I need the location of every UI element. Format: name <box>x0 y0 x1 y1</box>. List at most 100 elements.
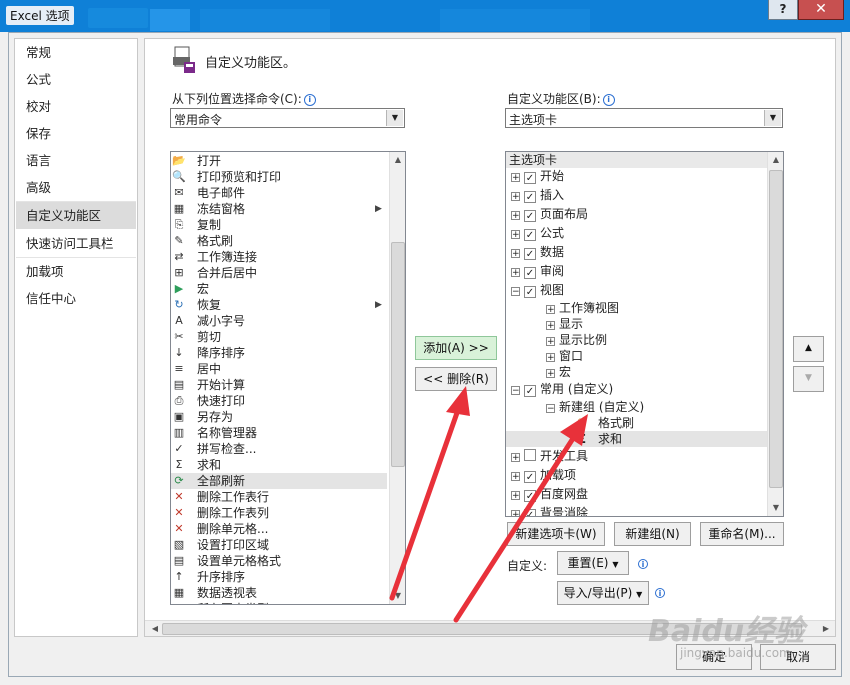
scrollbar-thumb[interactable] <box>769 170 783 488</box>
tree-node[interactable]: + ✓ 审阅 <box>511 262 564 281</box>
command-item[interactable]: ✕ 删除工作表列 <box>171 505 387 521</box>
expand-icon[interactable]: + <box>511 211 520 221</box>
command-item[interactable]: ▤ 开始计算 <box>171 377 387 393</box>
tab-checkbox[interactable]: ✓ <box>524 172 536 184</box>
expand-icon[interactable]: + <box>546 305 555 315</box>
command-item[interactable]: ⎘ 复制 <box>171 217 387 233</box>
command-item[interactable]: ✂ 剪切 <box>171 329 387 345</box>
remove-button[interactable]: << 删除(R) <box>415 367 497 391</box>
help-button[interactable]: ? <box>768 0 798 20</box>
tree-node[interactable]: + 显示比例 <box>546 332 607 348</box>
command-item[interactable]: 📂 打开 <box>171 153 387 169</box>
scrollbar-thumb[interactable] <box>391 242 405 467</box>
tree-node[interactable]: + ✓ 页面布局 <box>511 205 588 224</box>
tree-node[interactable]: + ✓ 开始 <box>511 167 564 186</box>
collapse-icon[interactable]: − <box>511 287 520 297</box>
collapse-icon[interactable]: − <box>546 404 555 414</box>
tree-node[interactable]: + 开发工具 <box>511 447 588 466</box>
command-item[interactable]: ⟳ 全部刷新 <box>171 473 387 489</box>
command-item[interactable]: ▮ 所有图表类型 <box>171 601 387 604</box>
commands-list-scrollbar[interactable]: ▲ ▼ <box>389 152 405 604</box>
scroll-up-icon[interactable]: ▲ <box>768 152 783 168</box>
expand-icon[interactable]: + <box>511 510 520 516</box>
nav-item[interactable]: 常规 <box>16 39 136 66</box>
nav-item[interactable]: 信任中心 <box>16 285 136 312</box>
command-item[interactable]: ▣ 另存为 <box>171 409 387 425</box>
tab-checkbox[interactable]: ✓ <box>524 509 536 516</box>
tree-node[interactable]: − ✓ 常用 (自定义) <box>511 380 613 399</box>
tree-node[interactable]: + ✓ 数据 <box>511 243 564 262</box>
expand-icon[interactable]: + <box>511 230 520 240</box>
expand-icon[interactable]: + <box>511 453 520 463</box>
command-item[interactable]: ↓ 降序排序 <box>171 345 387 361</box>
command-item[interactable]: ▦ 数据透视表 <box>171 585 387 601</box>
nav-item[interactable]: 自定义功能区 <box>16 202 136 229</box>
chevron-down-icon[interactable]: ▼ <box>764 110 781 126</box>
tree-node[interactable]: + 显示 <box>546 316 583 332</box>
expand-icon[interactable]: + <box>546 321 555 331</box>
expand-icon[interactable]: + <box>511 268 520 278</box>
tab-checkbox[interactable] <box>524 449 536 461</box>
collapse-icon[interactable]: − <box>511 386 520 396</box>
command-item[interactable]: ▧ 设置打印区域 <box>171 537 387 553</box>
expand-icon[interactable]: + <box>511 192 520 202</box>
move-down-button[interactable]: ▼ <box>793 366 824 392</box>
scroll-left-icon[interactable]: ◀ <box>148 621 162 637</box>
nav-item[interactable]: 高级 <box>16 174 136 201</box>
command-item[interactable]: A 减小字号 <box>171 313 387 329</box>
command-item[interactable]: ✓ 拼写检查... <box>171 441 387 457</box>
command-item[interactable]: ↻ 恢复 ▶ <box>171 297 387 313</box>
tree-node[interactable]: + ✓ 背景消除 <box>511 504 588 516</box>
ribbon-tree-scrollbar[interactable]: ▲ ▼ <box>767 152 783 516</box>
ribbon-tabs-dropdown[interactable]: 主选项卡 ▼ <box>505 108 783 128</box>
tab-checkbox[interactable]: ✓ <box>524 267 536 279</box>
command-item[interactable]: ✎ 格式刷 <box>171 233 387 249</box>
command-item[interactable]: ▦ 冻结窗格 ▶ <box>171 201 387 217</box>
tree-node[interactable]: + ✓ 百度网盘 <box>511 485 588 504</box>
info-icon[interactable]: i <box>602 94 615 106</box>
command-item[interactable]: ≡ 居中 <box>171 361 387 377</box>
nav-item[interactable]: 校对 <box>16 93 136 120</box>
chevron-down-icon[interactable]: ▼ <box>386 110 403 126</box>
nav-item[interactable]: 快速访问工具栏 <box>16 230 136 257</box>
command-item[interactable]: ↑ 升序排序 <box>171 569 387 585</box>
choose-commands-dropdown[interactable]: 常用命令 ▼ <box>170 108 405 128</box>
tab-checkbox[interactable]: ✓ <box>524 385 536 397</box>
close-button[interactable]: ✕ <box>798 0 844 20</box>
expand-icon[interactable]: + <box>546 337 555 347</box>
expand-icon[interactable]: + <box>546 369 555 379</box>
tree-node[interactable]: − 新建组 (自定义) <box>546 399 644 415</box>
expand-icon[interactable]: + <box>511 472 520 482</box>
command-item[interactable]: ⎙ 快速打印 <box>171 393 387 409</box>
tree-node[interactable]: ✎ 格式刷 <box>574 415 634 431</box>
expand-icon[interactable]: + <box>511 249 520 259</box>
add-button[interactable]: 添加(A) >> <box>415 336 497 360</box>
new-group-button[interactable]: 新建组(N) <box>614 522 691 546</box>
commands-list[interactable]: 📂 打开 🔍 打印预览和打印 ✉ 电子邮件 ▦ 冻结窗格 ▶ ⎘ 复制 ✎ 格式刷 ⇄ 工作簿连接 ⊞ 合并后居… <box>170 151 406 605</box>
tab-checkbox[interactable]: ✓ <box>524 490 536 502</box>
tab-checkbox[interactable]: ✓ <box>524 286 536 298</box>
scroll-right-icon[interactable]: ▶ <box>819 621 833 637</box>
tree-node[interactable]: + 宏 <box>546 364 571 380</box>
tree-node[interactable]: + 窗口 <box>546 348 583 364</box>
tree-node[interactable]: Σ 求和 <box>506 431 767 447</box>
nav-item[interactable]: 加载项 <box>16 258 136 285</box>
tab-checkbox[interactable]: ✓ <box>524 471 536 483</box>
tab-checkbox[interactable]: ✓ <box>524 210 536 222</box>
nav-item[interactable]: 保存 <box>16 120 136 147</box>
tab-checkbox[interactable]: ✓ <box>524 229 536 241</box>
scroll-up-icon[interactable]: ▲ <box>390 152 405 168</box>
tree-node[interactable]: + 工作簿视图 <box>546 300 619 316</box>
expand-icon[interactable]: + <box>511 491 520 501</box>
command-item[interactable]: ⇄ 工作簿连接 <box>171 249 387 265</box>
command-item[interactable]: ✕ 删除单元格... <box>171 521 387 537</box>
nav-item[interactable]: 语言 <box>16 147 136 174</box>
reset-dropdown[interactable]: 重置(E) ▼ <box>557 551 629 575</box>
tree-node[interactable]: + ✓ 公式 <box>511 224 564 243</box>
tab-checkbox[interactable]: ✓ <box>524 191 536 203</box>
import-export-dropdown[interactable]: 导入/导出(P) ▼ <box>557 581 649 605</box>
tree-node[interactable]: − ✓ 视图 <box>511 281 564 300</box>
command-item[interactable]: 🔍 打印预览和打印 <box>171 169 387 185</box>
tree-node[interactable]: + ✓ 插入 <box>511 186 564 205</box>
rename-button[interactable]: 重命名(M)... <box>700 522 784 546</box>
